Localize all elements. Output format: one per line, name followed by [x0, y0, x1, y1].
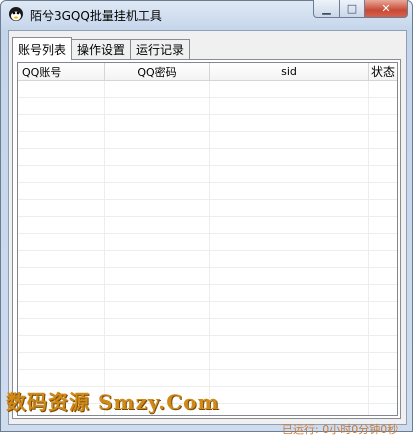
- maximize-icon: □: [346, 2, 358, 15]
- watermark: 数码资源 Smzy.Com: [6, 390, 220, 414]
- column-divider: [209, 81, 210, 415]
- close-button[interactable]: ✕: [364, 0, 408, 18]
- table-header: QQ账号 QQ密码 sid 状态: [18, 63, 397, 81]
- minimize-button[interactable]: ▁: [313, 0, 339, 18]
- tab-account-list[interactable]: 账号列表: [12, 37, 73, 60]
- tab-run-log[interactable]: 运行记录: [130, 39, 191, 59]
- status-text: 已运行: 0小时0分钟0秒: [282, 423, 399, 436]
- client-area: 账号列表 操作设置 运行记录 QQ账号 QQ密码 sid 状态: [8, 30, 407, 425]
- tab-strip: 账号列表 操作设置 运行记录: [12, 37, 191, 60]
- app-icon: [8, 6, 24, 22]
- tab-operation-settings[interactable]: 操作设置: [71, 39, 132, 59]
- maximize-button[interactable]: □: [339, 0, 364, 18]
- column-divider: [368, 81, 369, 415]
- close-icon: ✕: [381, 2, 391, 15]
- tab-panel: QQ账号 QQ密码 sid 状态: [12, 59, 401, 419]
- window-title: 陌兮3GQQ批量挂机工具: [30, 9, 162, 23]
- column-header-qq-password[interactable]: QQ密码: [105, 63, 210, 80]
- column-divider: [104, 81, 105, 415]
- column-header-status[interactable]: 状态: [369, 63, 397, 80]
- minimize-icon: ▁: [322, 2, 331, 15]
- title-bar[interactable]: 陌兮3GQQ批量挂机工具 ▁ □ ✕: [0, 0, 413, 30]
- column-header-sid[interactable]: sid: [210, 63, 369, 80]
- table-body[interactable]: [18, 81, 397, 415]
- column-header-qq-account[interactable]: QQ账号: [18, 63, 105, 80]
- account-table[interactable]: QQ账号 QQ密码 sid 状态: [17, 62, 398, 416]
